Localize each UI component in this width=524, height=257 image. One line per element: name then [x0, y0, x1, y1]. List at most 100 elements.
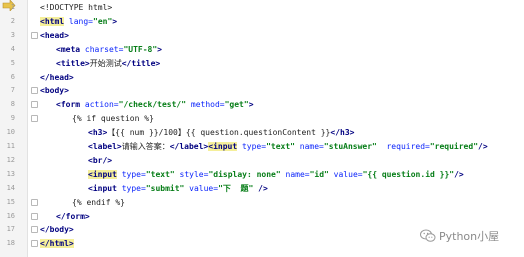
code-token: "get" — [224, 100, 249, 110]
code-token: name= — [280, 169, 310, 179]
watermark-label: Python小屋 — [439, 230, 500, 243]
code-token: </head> — [40, 72, 74, 82]
code-token: charset= — [80, 44, 124, 54]
code-editor[interactable]: 1 <!DOCTYPE html> 2 <html lang="en"> 3 <head>… — [0, 0, 524, 257]
code-token: "下 题" — [218, 183, 254, 193]
line-number: 15 — [6, 197, 15, 206]
watermark: Python小屋 — [420, 228, 499, 244]
code-line[interactable]: 8 <form action="/check/test/" method="get… — [0, 98, 524, 111]
code-text: <meta charset="UTF-8"> — [56, 43, 162, 56]
line-number: 9 — [10, 114, 15, 123]
code-line[interactable]: 13 <input type="text" style="display: non… — [0, 168, 524, 181]
wechat-icon — [420, 229, 436, 242]
code-line[interactable]: 4 <meta charset="UTF-8"> — [0, 43, 524, 56]
code-token: lang= — [64, 16, 93, 26]
code-token: required= — [376, 142, 430, 151]
code-token: "required" — [429, 142, 479, 151]
code-token: "/check/test/" — [118, 100, 187, 110]
line-number: 12 — [6, 155, 15, 164]
code-token: {% endif %} — [72, 197, 125, 207]
line-number: 17 — [6, 225, 15, 234]
code-token: method= — [186, 100, 225, 110]
code-token: /> — [253, 183, 268, 193]
fold-marker-icon[interactable] — [31, 226, 38, 234]
code-token: <label> — [88, 142, 122, 151]
code-token: <!DOCTYPE html> — [40, 3, 113, 12]
code-line[interactable]: 7 <body> — [0, 84, 524, 97]
code-text: <head> — [40, 29, 69, 42]
code-token: <input — [208, 142, 238, 151]
code-line[interactable]: 12 <br/> — [0, 154, 524, 167]
line-number: 16 — [6, 211, 15, 220]
line-number: 2 — [10, 16, 15, 25]
code-token: > — [157, 44, 162, 54]
code-text: <html lang="en"> — [40, 15, 117, 28]
code-token: </form> — [56, 211, 90, 221]
code-token: <meta — [56, 44, 81, 54]
code-token: /> — [454, 169, 464, 179]
line-number: 1 — [10, 3, 15, 11]
code-token: "id" — [309, 169, 329, 179]
line-number: 7 — [10, 86, 15, 95]
code-line[interactable]: 15 {% endif %} — [0, 196, 524, 209]
line-number: 6 — [10, 72, 15, 81]
code-token: value= — [184, 183, 219, 193]
code-line[interactable]: 10 <h3>【{{ num }}/100】{{ question.questio… — [0, 126, 524, 139]
code-token: </body> — [40, 225, 74, 235]
code-token: <input — [88, 183, 117, 193]
code-token: </label> — [169, 142, 209, 151]
fold-marker-icon[interactable] — [31, 212, 38, 220]
fold-marker-icon[interactable] — [31, 101, 38, 109]
code-text: </head> — [40, 71, 74, 84]
code-text: {% if question %} — [72, 112, 154, 125]
code-token: "display: none" — [208, 169, 281, 179]
code-line[interactable]: 5 <title>开始测试</title> — [0, 57, 524, 70]
code-token: "{{ question.id }}" — [362, 169, 455, 179]
code-token: 【{{ num }}/100】{{ question.questionConte… — [107, 128, 331, 138]
line-number: 10 — [6, 128, 15, 137]
fold-marker-icon[interactable] — [31, 87, 38, 95]
code-text: <br/> — [88, 154, 112, 167]
code-token: "text" — [145, 169, 175, 179]
code-line[interactable]: 1 <!DOCTYPE html> — [0, 1, 524, 14]
line-number: 5 — [10, 58, 15, 67]
code-token: "stuAnswer" — [323, 142, 377, 151]
fold-marker-icon[interactable] — [31, 31, 38, 39]
code-line[interactable]: 14 <input type="submit" value="下 题" /> — [0, 182, 524, 195]
code-line[interactable]: 9 {% if question %} — [0, 112, 524, 125]
code-token: </html> — [40, 239, 74, 249]
code-token: <br/> — [88, 155, 113, 165]
code-token: type= — [116, 183, 146, 193]
code-text: <body> — [40, 84, 69, 97]
line-number: 8 — [10, 100, 15, 109]
code-token: name= — [294, 142, 324, 151]
code-token: "en" — [93, 16, 113, 26]
code-line[interactable]: 11 <label>请输入答案：</label><input type="text… — [0, 140, 524, 153]
code-line[interactable]: 3 <head> — [0, 29, 524, 42]
code-token: <body> — [40, 86, 69, 96]
code-token: /> — [478, 142, 488, 151]
code-token: <html — [40, 16, 65, 26]
line-number: 4 — [10, 44, 15, 53]
line-number: 13 — [6, 169, 15, 178]
code-line[interactable]: 16 </form> — [0, 210, 524, 223]
code-token: "UTF-8" — [123, 44, 158, 54]
code-token: <form — [56, 100, 81, 110]
code-token: 开始测试 — [89, 58, 122, 68]
code-token: style= — [174, 169, 209, 179]
code-token: <head> — [40, 30, 69, 40]
code-token: <input — [88, 169, 117, 179]
code-token: </h3> — [330, 128, 355, 138]
code-token: > — [112, 16, 118, 26]
fold-marker-icon[interactable] — [31, 198, 38, 206]
code-line[interactable]: 2 <html lang="en"> — [0, 15, 524, 28]
code-token: {% if question %} — [72, 114, 154, 124]
code-text: </html> — [40, 237, 74, 250]
code-text: <form action="/check/test/" method="get"… — [56, 98, 254, 111]
code-line[interactable]: 6 </head> — [0, 71, 524, 84]
line-number: 14 — [6, 183, 15, 192]
code-token: "submit" — [145, 183, 185, 193]
fold-marker-icon[interactable] — [31, 115, 38, 123]
fold-marker-icon[interactable] — [31, 240, 38, 248]
code-token: </title> — [121, 58, 161, 68]
